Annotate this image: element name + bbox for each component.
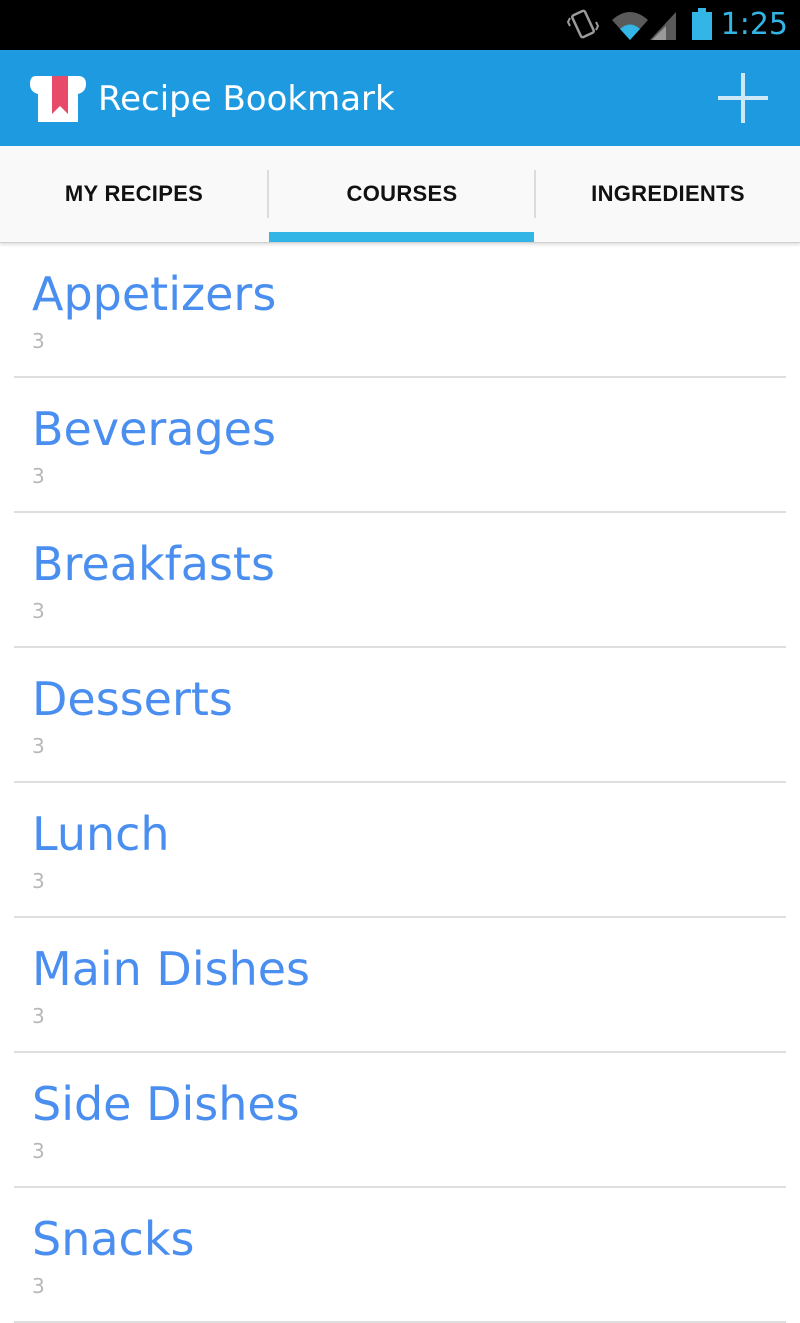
signal-icon <box>650 12 676 40</box>
course-item-desserts[interactable]: Desserts 3 <box>14 648 786 783</box>
tab-bar: MY RECIPES COURSES INGREDIENTS <box>0 146 800 243</box>
recipe-count: 3 <box>32 599 45 623</box>
course-name: Beverages <box>32 402 276 456</box>
course-name: Appetizers <box>32 267 277 321</box>
course-name: Snacks <box>32 1212 195 1266</box>
course-item-beverages[interactable]: Beverages 3 <box>14 378 786 513</box>
wifi-icon <box>612 12 648 40</box>
tab-label: COURSES <box>346 181 458 206</box>
course-item-side-dishes[interactable]: Side Dishes 3 <box>14 1053 786 1188</box>
tab-my-recipes[interactable]: MY RECIPES <box>0 146 268 242</box>
course-list[interactable]: Appetizers 3 Beverages 3 Breakfasts 3 De… <box>0 243 800 1323</box>
battery-icon <box>692 8 712 40</box>
tab-label: MY RECIPES <box>64 181 204 206</box>
course-name: Main Dishes <box>32 942 311 996</box>
course-name: Desserts <box>32 672 233 726</box>
course-item-snacks[interactable]: Snacks 3 <box>14 1188 786 1323</box>
course-name: Side Dishes <box>32 1077 300 1131</box>
action-bar: Recipe Bookmark <box>0 50 800 146</box>
selected-tab-indicator <box>269 232 534 242</box>
app-title: Recipe Bookmark <box>98 79 395 119</box>
course-item-lunch[interactable]: Lunch 3 <box>14 783 786 918</box>
recipe-count: 3 <box>32 1274 45 1298</box>
tab-label: INGREDIENTS <box>591 181 745 206</box>
add-recipe-button[interactable] <box>712 67 774 129</box>
course-name: Breakfasts <box>32 537 275 591</box>
recipe-count: 3 <box>32 329 45 353</box>
app-logo-icon[interactable] <box>26 70 88 128</box>
status-bar: 1:25 <box>0 0 800 50</box>
tab-ingredients[interactable]: INGREDIENTS <box>536 146 800 242</box>
recipe-count: 3 <box>32 1004 45 1028</box>
course-item-main-dishes[interactable]: Main Dishes 3 <box>14 918 786 1053</box>
status-time: 1:25 <box>720 7 788 42</box>
recipe-count: 3 <box>32 1139 45 1163</box>
vibrate-icon <box>566 9 600 39</box>
course-item-appetizers[interactable]: Appetizers 3 <box>14 243 786 378</box>
recipe-count: 3 <box>32 734 45 758</box>
recipe-count: 3 <box>32 869 45 893</box>
course-name: Lunch <box>32 807 170 861</box>
tab-courses[interactable]: COURSES <box>269 146 535 242</box>
recipe-count: 3 <box>32 464 45 488</box>
course-item-breakfasts[interactable]: Breakfasts 3 <box>14 513 786 648</box>
